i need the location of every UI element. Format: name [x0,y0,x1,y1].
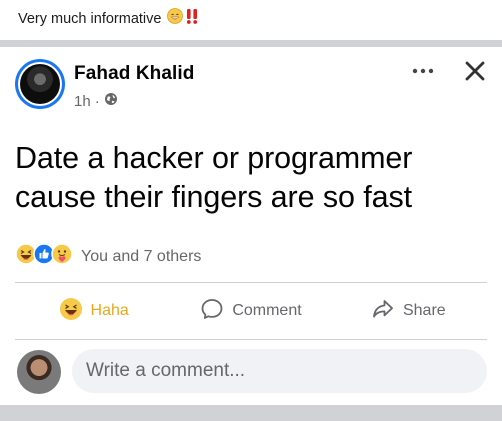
haha-reaction-icon [59,297,83,326]
comment-label: Comment [232,302,302,319]
divider [15,339,487,340]
comment-input[interactable] [72,349,487,393]
like-icon [33,243,55,270]
divider [15,282,487,283]
haha-label: Haha [90,302,129,319]
action-bar: Haha Comment Share [15,289,487,333]
author-name[interactable]: Fahad Khalid [74,63,195,85]
author-avatar[interactable] [15,59,65,109]
post-time[interactable]: 1h [74,93,91,110]
caption: Very much informative [18,8,199,30]
reactions-summary-text[interactable]: You and 7 others [81,248,201,266]
comment-button[interactable]: Comment [172,289,329,333]
user-avatar[interactable] [17,350,61,394]
share-label: Share [402,302,446,319]
post-text: Date a hacker or programmer cause their … [15,141,413,214]
separator-bar-bottom [0,405,502,421]
separator-bar-top [0,40,502,47]
reaction-summary[interactable]: You and 7 others [15,243,201,270]
double-exclamation-icon [185,8,199,30]
post-card: Fahad Khalid 1h · Date a hacker or progr… [0,47,502,407]
haha-icon [15,243,37,270]
more-options-icon[interactable] [410,63,436,79]
haha-button[interactable]: Haha [15,289,172,333]
grinning-face-icon [167,8,184,30]
caption-text: Very much informative [18,11,162,27]
share-button[interactable]: Share [330,289,487,333]
meta-separator: · [94,92,100,110]
comment-icon [200,297,224,326]
share-icon [371,297,395,326]
globe-icon[interactable] [104,92,118,110]
care-icon [51,243,73,270]
post-meta: 1h · [74,92,118,110]
close-icon[interactable] [463,59,487,83]
